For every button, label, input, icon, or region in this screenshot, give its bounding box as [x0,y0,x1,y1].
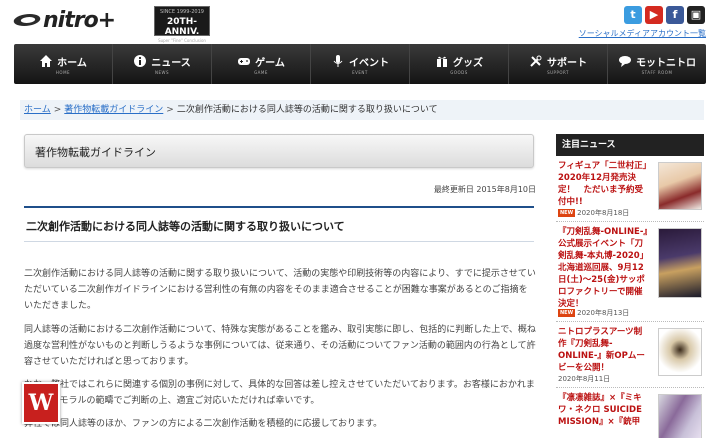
anniversary-badge[interactable]: SINCE 1999-2019 20TH-ANNIV. Super "Fine"… [154,6,210,43]
info-icon [134,55,147,67]
news-item-title[interactable]: ニトロプラスアーツ制作『刀剣乱舞-ONLINE-』新OPムービーを公開！ [558,326,650,374]
breadcrumb: ホーム > 著作物転載ガイドライン > 二次創作活動における同人誌等の活動に関する取り扱… [20,100,704,120]
social-icons: t ▶ f ▣ [621,6,705,24]
section-title: 著作物転載ガイドライン [35,146,156,159]
floating-w-widget[interactable]: W [22,382,60,424]
news-thumbnail[interactable] [658,162,702,210]
logo-text: nitro+ [43,7,116,33]
news-item-title[interactable]: 『刀剣乱舞-ONLINE-』公式展示イベント「刀剣乱舞-本丸博-2020」北海道… [558,226,650,310]
youtube-icon[interactable]: ▶ [645,6,663,24]
tools-icon [530,55,542,67]
facebook-icon[interactable]: f [666,6,684,24]
sidebar: 注目ニュース フィギュア「二世村正」2020年12月発売決定！ ただいま予約受付… [556,128,704,438]
news-date: 2020年8月13日 [577,309,630,317]
article-paragraph: 同人誌等の活動における二次創作活動について、特殊な実態があることを鑑み、取引実態… [24,325,536,367]
article-paragraph: なお、弊社ではこれらに関連する個別の事例に対して、具体的な回答は差し控えさせてい… [24,380,535,406]
logo-mark-icon [11,11,43,29]
breadcrumb-current: 二次創作活動における同人誌等の活動に関する取り扱いについて [176,105,438,115]
gamepad-icon [238,58,251,65]
new-badge: NEW [558,209,576,217]
nav-item-staff-room[interactable]: モットニトロ STAFF ROOM [608,44,706,84]
home-icon [40,55,53,67]
sidebar-title: 注目ニュース [556,134,704,156]
twitter-icon[interactable]: t [624,6,642,24]
news-thumbnail[interactable] [658,228,702,298]
social-accounts-link[interactable]: ソーシャルメディアアカウント一覧 [579,28,706,39]
article-paragraph: 弊社では同人誌等のほか、ファンの方による二次創作活動を積極的に応援しております。 [24,419,383,429]
news-item[interactable]: 『刀剣乱舞-ONLINE-』公式展示イベント「刀剣乱舞-本丸博-2020」北海道… [556,224,704,322]
news-item[interactable]: ニトロプラスアーツ制作『刀剣乱舞-ONLINE-』新OPムービーを公開！ 202… [556,324,704,388]
nav-item-event[interactable]: イベント EVENT [311,44,410,84]
news-date: 2020年8月11日 [558,375,611,383]
main-nav: ホーム HOME ニュース NEWS ゲーム GAME イベント EVENT グ… [14,44,706,84]
news-date: 2020年8月18日 [577,209,630,217]
nav-item-goods[interactable]: グッズ GOODS [410,44,509,84]
gift-icon [437,56,447,67]
site-header: nitro+ SINCE 1999-2019 20TH-ANNIV. Super… [0,0,720,44]
nav-item-support[interactable]: サポート SUPPORT [509,44,608,84]
article-paragraph: 二次創作活動における同人誌等の活動に関する取り扱いについて、活動の実態や印刷技術… [24,269,536,311]
news-item[interactable]: フィギュア「二世村正」2020年12月発売決定！ ただいま予約受付中!! NEW… [556,158,704,222]
breadcrumb-guideline-link[interactable]: 著作物転載ガイドライン [64,105,163,115]
news-item-title[interactable]: 『凛凛雑誌』×『ミキワ・ネクロ SUICIDE MISSION』×『銃甲 [558,392,650,428]
breadcrumb-separator: > [53,105,62,115]
nitroplus-logo[interactable]: nitro+ [11,7,116,33]
speech-icon [619,56,631,67]
news-item[interactable]: 『凛凛雑誌』×『ミキワ・ネクロ SUICIDE MISSION』×『銃甲 [556,390,704,438]
niconico-icon[interactable]: ▣ [687,6,705,24]
new-badge: NEW [558,309,576,317]
breadcrumb-separator: > [166,105,174,115]
nav-item-game[interactable]: ゲーム GAME [212,44,311,84]
last-updated: 最終更新日 2015年8月10日 [433,185,536,194]
main-content: 著作物転載ガイドライン 最終更新日 2015年8月10日 二次創作活動における同… [20,128,542,438]
news-thumbnail[interactable] [658,394,702,438]
nav-item-home[interactable]: ホーム HOME [14,44,113,84]
news-thumbnail[interactable] [658,328,702,376]
article-heading: 二次創作活動における同人誌等の活動に関する取り扱いについて [24,206,534,242]
article-title: 二次創作活動における同人誌等の活動に関する取り扱いについて [26,220,345,233]
news-item-title[interactable]: フィギュア「二世村正」2020年12月発売決定！ ただいま予約受付中!! [558,160,650,208]
microphone-icon [333,55,343,67]
section-title-box: 著作物転載ガイドライン [24,134,534,168]
breadcrumb-home-link[interactable]: ホーム [24,105,51,115]
nav-item-news[interactable]: ニュース NEWS [113,44,212,84]
